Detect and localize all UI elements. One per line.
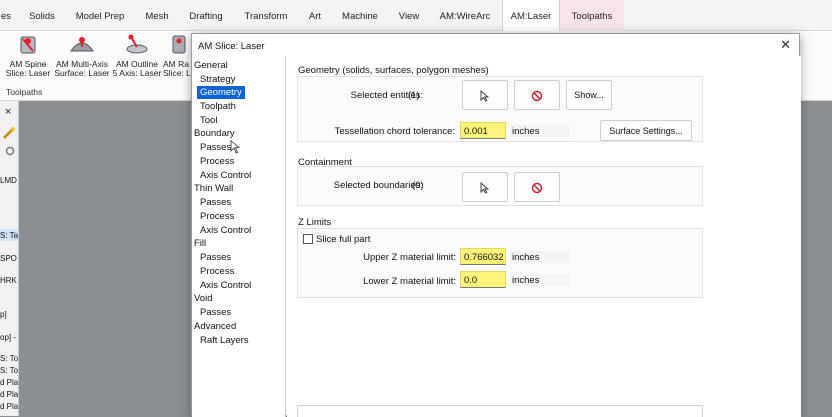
panel-line: S: Ta	[0, 231, 19, 240]
geometry-section-title: Geometry (solids, surfaces, polygon mesh…	[298, 65, 489, 76]
am-spine-slice-laser-button[interactable]: AM Spine Slice: Laser	[4, 33, 52, 78]
tab-am-laser[interactable]: AM:Laser	[502, 0, 560, 32]
nav-fill-process[interactable]: Process	[200, 265, 234, 278]
nav-boundary[interactable]: Boundary	[194, 127, 235, 140]
panel-line: op] -	[0, 333, 17, 342]
nav-advanced[interactable]: Advanced	[194, 320, 236, 333]
tab-transform[interactable]: Transform	[240, 0, 292, 31]
panel-line: S: To	[0, 366, 19, 375]
lower-z-input[interactable]: 0.0	[460, 271, 506, 288]
outline-5-axis-icon	[126, 34, 148, 54]
select-boundaries-button[interactable]	[462, 172, 508, 202]
deselect-icon	[531, 182, 543, 194]
upper-z-unit: inches	[512, 252, 540, 263]
tab-am-wirearc[interactable]: AM:WireArc	[436, 0, 494, 31]
selected-boundaries-count: (0)	[412, 180, 424, 191]
nav-thin-wall-passes[interactable]: Passes	[200, 196, 231, 209]
select-entities-button[interactable]	[462, 80, 508, 110]
tab-view[interactable]: View	[394, 0, 424, 31]
close-icon[interactable]: ✕	[780, 37, 791, 53]
panel-line: p]	[0, 310, 7, 319]
slice-full-part-label: Slice full part	[316, 234, 371, 245]
tab-model-prep[interactable]: Model Prep	[72, 0, 128, 31]
select-arrow-icon	[480, 90, 490, 102]
select-arrow-icon	[480, 182, 490, 194]
slice-full-part-checkbox[interactable]	[303, 234, 313, 244]
am-ra-line2: Slice: L	[163, 68, 191, 78]
nav-tool[interactable]: Tool	[200, 114, 217, 127]
am-spine-line2: Slice: Laser	[5, 68, 51, 78]
nav-boundary-process[interactable]: Process	[200, 155, 234, 168]
nav-boundary-passes[interactable]: Passes	[200, 141, 231, 154]
tab-art[interactable]: Art	[303, 0, 327, 31]
nav-thin-wall-process[interactable]: Process	[200, 210, 234, 223]
panel-line: d Pla	[0, 402, 19, 411]
nav-general[interactable]: General	[194, 59, 228, 72]
deselect-entities-button[interactable]	[514, 80, 560, 110]
show-button[interactable]: Show...	[566, 80, 612, 110]
nav-toolpath[interactable]: Toolpath	[200, 100, 236, 113]
page-navigation-tree: General Strategy Geometry Toolpath Tool …	[192, 56, 286, 417]
panel-line: LMD	[0, 176, 17, 185]
am-slice-laser-dialog: AM Slice: Laser ✕ General Strategy Geome…	[191, 33, 801, 417]
wand-icon[interactable]	[2, 126, 16, 140]
panel-line: d Pla	[0, 378, 19, 387]
lower-z-label: Lower Z material limit:	[363, 276, 456, 287]
am-ra-slice-icon	[172, 35, 186, 54]
am-multi-axis-line2: Surface: Laser	[54, 68, 110, 78]
upper-z-label: Upper Z material limit:	[363, 252, 456, 263]
deselect-boundaries-button[interactable]	[514, 172, 560, 202]
am-ra-slice-button[interactable]: AM Ra Slice: L	[163, 33, 193, 78]
spine-slice-icon	[20, 36, 36, 54]
tab-toolpaths[interactable]: Toolpaths	[560, 0, 624, 31]
selected-boundaries-label: Selected boundaries:	[333, 180, 423, 191]
nav-strategy[interactable]: Strategy	[200, 73, 235, 86]
tab-drafting[interactable]: Drafting	[185, 0, 227, 31]
tab-partial[interactable]: es	[0, 0, 12, 31]
dialog-title: AM Slice: Laser	[198, 41, 265, 52]
panel-line: d Pla	[0, 390, 19, 399]
left-manager-panel: × LMD S: Ta SPO HRK p] op] - S: To S: To…	[0, 101, 19, 416]
gear-icon[interactable]	[5, 146, 15, 156]
nav-boundary-axis-control[interactable]: Axis Control	[200, 169, 251, 182]
selected-entities-count: (1)	[408, 90, 420, 101]
lower-z-unit: inches	[512, 275, 540, 286]
nav-void[interactable]: Void	[194, 292, 213, 305]
tab-mesh[interactable]: Mesh	[140, 0, 174, 31]
deselect-icon	[531, 90, 543, 102]
am-outline-line2: 5 Axis: Laser	[112, 68, 162, 78]
panel-line: S: To	[0, 354, 19, 363]
multi-axis-surface-icon	[70, 37, 94, 52]
mouse-cursor-icon	[230, 140, 240, 154]
tab-machine[interactable]: Machine	[338, 0, 382, 31]
geometry-page: Geometry (solids, surfaces, polygon mesh…	[287, 56, 801, 417]
panel-line: HRK	[0, 276, 17, 285]
graphics-area[interactable]	[800, 101, 832, 416]
tessellation-unit: inches	[512, 126, 540, 137]
bottom-panel-edge	[297, 405, 703, 417]
ribbon-group-label: Toolpaths	[6, 87, 43, 97]
ribbon-tab-bar: es Solids Model Prep Mesh Drafting Trans…	[0, 0, 832, 32]
zlimits-section-title: Z Limits	[298, 217, 332, 228]
nav-geometry[interactable]: Geometry	[197, 86, 245, 99]
tab-solids[interactable]: Solids	[24, 0, 60, 31]
nav-thin-wall-axis-control[interactable]: Axis Control	[200, 224, 251, 237]
tessellation-label: Tessellation chord tolerance:	[334, 126, 455, 137]
nav-void-passes[interactable]: Passes	[200, 306, 231, 319]
surface-settings-button[interactable]: Surface Settings...	[600, 120, 692, 141]
nav-fill-axis-control[interactable]: Axis Control	[200, 279, 251, 292]
nav-fill[interactable]: Fill	[194, 237, 206, 250]
panel-line: SPO	[0, 254, 17, 263]
tessellation-input[interactable]: 0.001	[460, 122, 506, 139]
nav-fill-passes[interactable]: Passes	[200, 251, 231, 264]
am-multi-axis-surface-laser-button[interactable]: AM Multi-Axis Surface: Laser	[53, 33, 111, 78]
panel-close-icon[interactable]: ×	[5, 106, 11, 118]
nav-raft-layers[interactable]: Raft Layers	[200, 334, 249, 347]
upper-z-input[interactable]: 0.766032	[460, 248, 506, 265]
am-outline-5-axis-laser-button[interactable]: AM Outline 5 Axis: Laser	[111, 33, 163, 78]
nav-thin-wall[interactable]: Thin Wall	[194, 182, 233, 195]
